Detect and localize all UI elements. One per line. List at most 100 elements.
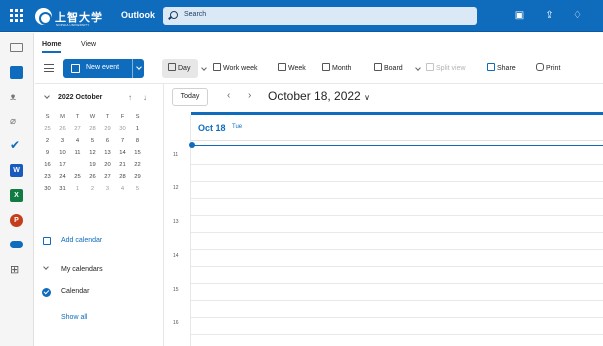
mini-calendar-day[interactable]: 28 — [85, 123, 100, 135]
onedrive-icon[interactable] — [10, 241, 23, 248]
new-event-button[interactable]: New event — [63, 59, 144, 78]
hamburger-menu-icon[interactable] — [44, 64, 54, 72]
chevron-down-icon[interactable] — [201, 65, 207, 71]
mini-calendar-day[interactable]: 2 — [85, 183, 100, 195]
tab-home[interactable]: Home — [42, 41, 62, 53]
mini-calendar-day[interactable]: 20 — [100, 159, 115, 171]
mini-calendar-day[interactable]: 31 — [55, 183, 70, 195]
calendar-icon[interactable] — [10, 66, 23, 79]
app-name[interactable]: Outlook — [121, 10, 155, 20]
chevron-down-icon[interactable] — [415, 65, 421, 71]
mini-calendar-day[interactable]: 27 — [70, 123, 85, 135]
mini-calendar-selected-day[interactable]: 18 — [70, 159, 85, 171]
mini-calendar-day[interactable]: 30 — [115, 123, 130, 135]
mini-calendar-day[interactable]: 25 — [70, 171, 85, 183]
half-hour-line[interactable] — [191, 164, 603, 165]
search-input[interactable]: Search — [163, 7, 477, 25]
mini-calendar-day[interactable]: 1 — [70, 183, 85, 195]
mini-calendar-day[interactable]: 3 — [55, 135, 70, 147]
mini-calendar-day[interactable]: 6 — [100, 135, 115, 147]
apps-icon[interactable]: ⊞ — [10, 264, 23, 277]
mini-calendar-day[interactable]: 4 — [70, 135, 85, 147]
current-time-dot — [189, 142, 195, 148]
mini-calendar-day[interactable]: 8 — [130, 135, 145, 147]
show-all-link[interactable]: Show all — [61, 314, 87, 321]
hour-line[interactable] — [191, 215, 603, 216]
half-hour-line[interactable] — [191, 198, 603, 199]
half-hour-line[interactable] — [191, 300, 603, 301]
half-hour-line[interactable] — [191, 334, 603, 335]
mini-calendar-day[interactable]: 1 — [130, 123, 145, 135]
mini-calendar-day[interactable]: 21 — [115, 159, 130, 171]
mini-calendar-day[interactable]: 22 — [130, 159, 145, 171]
mini-calendar-day[interactable]: 30 — [40, 183, 55, 195]
work-week-button[interactable]: Work week — [213, 63, 258, 72]
word-icon[interactable]: W — [10, 164, 23, 177]
attach-icon[interactable]: ⌀ — [10, 115, 23, 128]
mini-calendar-day[interactable]: 24 — [55, 171, 70, 183]
mini-calendar-day[interactable]: 14 — [115, 147, 130, 159]
mini-calendar-day[interactable]: 13 — [100, 147, 115, 159]
mini-calendar-day[interactable]: 29 — [130, 171, 145, 183]
month-button[interactable]: Month — [322, 63, 351, 72]
mini-calendar-day[interactable]: 4 — [115, 183, 130, 195]
mini-calendar-day[interactable]: 11 — [70, 147, 85, 159]
board-button[interactable]: Board — [374, 63, 403, 72]
day-column-header[interactable]: Oct 18 Tue — [191, 115, 603, 141]
mini-calendar-day[interactable]: 10 — [55, 147, 70, 159]
mini-calendar-day[interactable]: 25 — [40, 123, 55, 135]
hour-line[interactable] — [191, 249, 603, 250]
hour-line[interactable] — [191, 181, 603, 182]
add-calendar-link[interactable]: Add calendar — [61, 237, 102, 244]
tab-view[interactable]: View — [81, 41, 96, 48]
mini-calendar-day[interactable]: 17 — [55, 159, 70, 171]
excel-icon[interactable]: X — [10, 189, 23, 202]
collapse-chevron-icon[interactable] — [44, 93, 50, 99]
new-event-dropdown-button[interactable] — [132, 59, 144, 78]
mini-calendar-day[interactable]: 9 — [40, 147, 55, 159]
people-icon[interactable]: ᴥ — [10, 91, 23, 104]
bell-icon[interactable]: ♢ — [572, 10, 583, 21]
mini-calendar-day[interactable]: 2 — [40, 135, 55, 147]
week-button[interactable]: Week — [278, 63, 306, 72]
mini-calendar-day[interactable]: 3 — [100, 183, 115, 195]
calendar-checked-icon[interactable] — [42, 288, 51, 297]
mini-calendar-day[interactable]: 15 — [130, 147, 145, 159]
mini-calendar-day[interactable]: 26 — [55, 123, 70, 135]
chevron-down-icon[interactable] — [43, 264, 49, 270]
hour-line[interactable] — [191, 283, 603, 284]
mini-calendar-day[interactable]: 5 — [130, 183, 145, 195]
previous-day-icon[interactable]: ‹ — [227, 90, 230, 101]
mini-calendar-day[interactable]: 23 — [40, 171, 55, 183]
today-button[interactable]: Today — [172, 88, 208, 106]
mini-calendar-day[interactable]: 29 — [100, 123, 115, 135]
mini-calendar-day[interactable]: 16 — [40, 159, 55, 171]
next-month-icon[interactable]: ↓ — [143, 93, 147, 102]
share-icon[interactable]: ⇪ — [544, 10, 555, 21]
todo-icon[interactable]: ✔ — [10, 139, 23, 152]
mini-calendar-day[interactable]: 5 — [85, 135, 100, 147]
mini-calendar-day[interactable]: 7 — [115, 135, 130, 147]
teams-meet-icon[interactable]: ▣ — [514, 10, 525, 21]
mini-calendar-day[interactable]: 28 — [115, 171, 130, 183]
mini-calendar-month[interactable]: 2022 October — [58, 94, 102, 101]
current-date-title[interactable]: October 18, 2022 ∨ — [268, 89, 370, 103]
previous-month-icon[interactable]: ↑ — [128, 93, 132, 102]
half-hour-line[interactable] — [191, 266, 603, 267]
split-view-button[interactable]: Split view — [426, 63, 466, 72]
print-button[interactable]: Print — [536, 63, 560, 72]
mini-calendar-day[interactable]: 26 — [85, 171, 100, 183]
mini-calendar-day[interactable]: 27 — [100, 171, 115, 183]
powerpoint-icon[interactable]: P — [10, 214, 23, 227]
my-calendars-heading[interactable]: My calendars — [61, 266, 103, 273]
app-launcher-icon[interactable] — [8, 7, 24, 23]
half-hour-line[interactable] — [191, 232, 603, 233]
mini-calendar-day[interactable]: 19 — [85, 159, 100, 171]
day-view-button[interactable]: Day — [168, 63, 190, 72]
hour-line[interactable] — [191, 317, 603, 318]
share-button[interactable]: Share — [487, 63, 516, 72]
mail-icon[interactable] — [10, 43, 23, 52]
calendar-item-label[interactable]: Calendar — [61, 288, 89, 295]
next-day-icon[interactable]: › — [248, 90, 251, 101]
mini-calendar-day[interactable]: 12 — [85, 147, 100, 159]
